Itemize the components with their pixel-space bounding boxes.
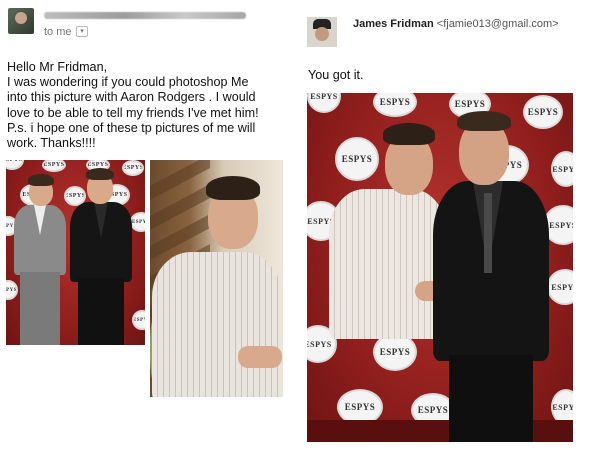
chevron-down-icon[interactable]: ▾ (76, 26, 88, 37)
espys-logo: ESPYS (122, 160, 144, 176)
sender-name: James Fridman (353, 18, 434, 30)
red-carpet-floor (307, 420, 573, 442)
sender-email: <fjamie013@gmail.com> (436, 18, 559, 30)
recipient-label: to me (44, 26, 72, 38)
espys-logo: ESPYS (335, 137, 379, 181)
message-line: I was wondering if you could photoshop M… (7, 75, 249, 90)
espys-logo: ESPYS (547, 269, 573, 305)
espys-logo: ESPYS (551, 151, 573, 187)
message-line: into this picture with Aaron Rodgers . I… (7, 90, 256, 105)
espys-logo: ESPYS (307, 93, 341, 113)
espys-logo: ESPYS (6, 160, 24, 170)
espys-logo: ESPYS (523, 95, 563, 129)
sender-avatar[interactable] (8, 8, 34, 34)
reply-sender-avatar[interactable] (307, 17, 337, 47)
message-line: work. Thanks!!!! (7, 136, 96, 151)
attached-photo-celebrities[interactable]: ESPYS ESPYS ESPYS ESPYS ESPYS ESPYS ESPY… (6, 160, 145, 345)
message-line: P.s. i hope one of these tp pictures of … (7, 120, 256, 135)
message-line: love to be able to tell my friends I've … (7, 105, 259, 120)
reply-text: You got it. (308, 68, 364, 82)
espys-logo: ESPYS (6, 280, 18, 300)
espys-logo: ESPYS (130, 212, 145, 232)
reply-sender: James Fridman <fjamie013@gmail.com> (353, 18, 559, 30)
edited-photo[interactable]: ESPYS ESPYS ESPYS ESPYS ESPYS ESPYS ESPY… (307, 93, 573, 442)
espys-logo: ESPYS (132, 310, 145, 330)
espys-logo: ESPYS (42, 160, 66, 172)
email-message-body: Hello Mr Fridman, I was wondering if you… (7, 60, 297, 151)
espys-logo: ESPYS (373, 93, 417, 117)
redacted-sender-name (44, 12, 246, 19)
message-line: Hello Mr Fridman, (7, 60, 108, 74)
attached-photo-selfie[interactable] (150, 160, 283, 397)
